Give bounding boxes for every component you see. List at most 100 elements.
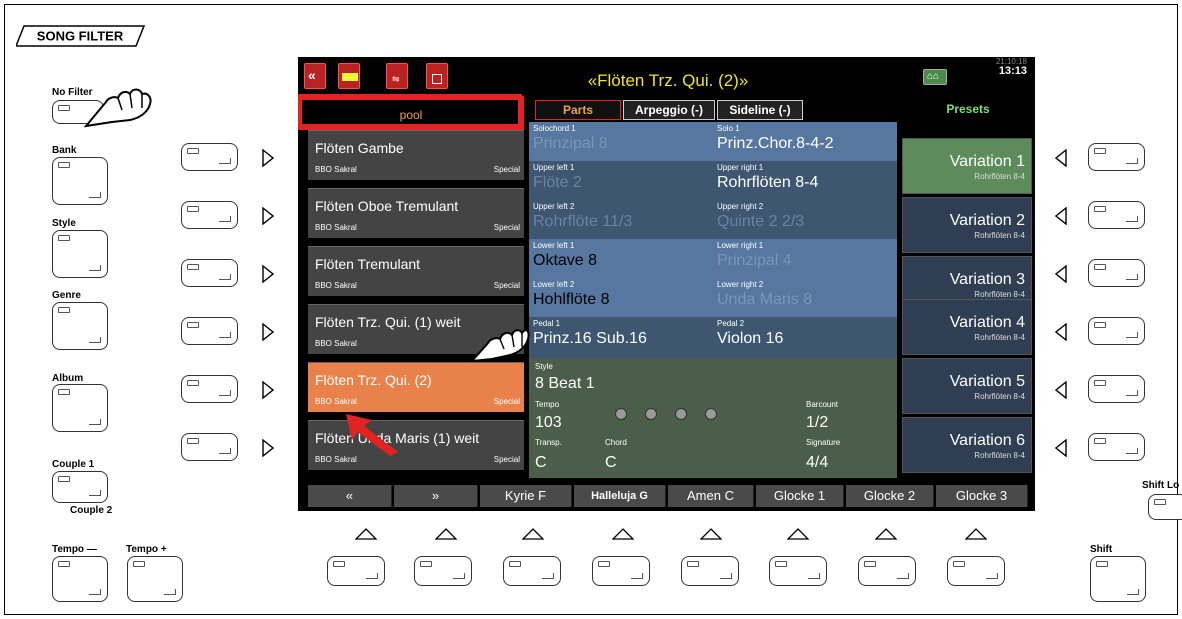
tempo-minus-label: Tempo — [52,544,97,555]
genre-button[interactable] [52,302,108,350]
part-lower-left2[interactable]: Lower left 2 Hohlflöte 8 [529,278,713,317]
right-soft-button-1[interactable] [1088,143,1145,171]
left-soft-button-4[interactable] [181,317,238,345]
list-item-special: Special [493,165,520,174]
right-soft-button-2[interactable] [1088,201,1145,229]
bank-button[interactable] [52,157,108,205]
right-soft-button-4[interactable] [1088,317,1145,345]
variation-6-button[interactable]: Variation 6 Rohrflöten 8-4 [902,417,1032,473]
style-label: Style [535,362,553,371]
bottom-soft-button-8[interactable] [947,556,1005,586]
variation-5-button[interactable]: Variation 5 Rohrflöten 8-4 [902,358,1032,414]
left-soft-button-2[interactable] [181,201,238,229]
bottom-soft-button-1[interactable] [327,556,385,586]
part-lower-left1[interactable]: Lower left 1 Oktave 8 [529,239,713,278]
variation-sub: Rohrflöten 8-4 [974,333,1025,342]
bottom-soft-button-3[interactable] [503,556,561,586]
right-soft-button-3[interactable] [1088,259,1145,287]
shift-button[interactable] [1090,556,1146,602]
variation-name: Variation 1 [949,153,1025,170]
bottom-halleluja-button[interactable]: Halleluja G [574,485,666,507]
bottom-soft-button-4[interactable] [592,556,650,586]
part-lower-right2[interactable]: Lower right 2 Unda Maris 8 [713,278,897,317]
bottom-soft-button-7[interactable] [858,556,916,586]
bottom-soft-button-5[interactable] [681,556,739,586]
variation-2-button[interactable]: Variation 2 Rohrflöten 8-4 [902,197,1032,253]
variation-name: Variation 2 [949,212,1025,229]
bottom-glocke2-button[interactable]: Glocke 2 [846,485,934,507]
barcount-label: Barcount [806,400,839,409]
bottom-amen-button[interactable]: Amen C [668,485,754,507]
arrow-left-icon [1055,323,1067,341]
style-button[interactable] [52,230,108,278]
shift-lock-button[interactable] [1148,494,1182,520]
part-label: Lower right 2 [717,280,764,289]
tab-arpeggio[interactable]: Arpeggio (-) [623,100,715,120]
part-upper-left2[interactable]: Upper left 2 Rohrflöte 11/3 [529,200,713,239]
chord-label: Chord [605,438,627,447]
list-item[interactable]: Flöten Gambe BBO Sakral Special [308,130,524,180]
part-pedal2[interactable]: Pedal 2 Violon 16 [713,317,897,358]
arrow-right-icon [262,265,274,283]
part-solo1[interactable]: Solo 1 Prinz.Chor.8-4-2 [713,122,897,161]
signature-value: 4/4 [806,454,829,471]
variation-1-button[interactable]: Variation 1 Rohrflöten 8-4 [902,138,1032,194]
list-item[interactable]: Flöten Tremulant BBO Sakral Special [308,246,524,296]
shift-icon[interactable]: ⌂⌂ [923,69,947,85]
left-soft-button-1[interactable] [181,143,238,171]
variation-4-button[interactable]: Variation 4 Rohrflöten 8-4 [902,299,1032,355]
barcount-value: 1/2 [806,414,829,431]
list-item[interactable]: Flöten Oboe Tremulant BBO Sakral Special [308,188,524,238]
part-label: Lower left 1 [533,241,575,250]
right-soft-button-5[interactable] [1088,375,1145,403]
usb-icon[interactable]: ⇋ [386,63,408,89]
triangle-up-icon [965,528,987,540]
part-label: Upper right 1 [717,163,764,172]
right-soft-button-6[interactable] [1088,433,1145,461]
bottom-glocke1-button[interactable]: Glocke 1 [756,485,844,507]
bottom-soft-button-2[interactable] [414,556,472,586]
part-solochord1[interactable]: Solochord 1 Prinzipal 8 [529,122,713,161]
part-value: Violon 16 [717,330,784,347]
arrow-left-icon [1055,439,1067,457]
tempo-plus-button[interactable] [127,556,183,602]
bottom-kyrie-button[interactable]: Kyrie F [480,485,572,507]
trash-icon[interactable] [426,63,448,89]
page-down-button[interactable]: » [394,485,478,507]
transpose-value: C [535,454,547,471]
back-icon[interactable]: « [304,63,326,89]
couple-button[interactable] [52,471,108,503]
part-upper-left1[interactable]: Upper left 1 Flöte 2 [529,161,713,200]
list-item[interactable]: Flöten Unda Maris (1) weit BBO Sakral Sp… [308,420,524,470]
tempo-label: Tempo [535,400,560,409]
hand-pointer-icon [84,88,152,128]
list-item-selected[interactable]: Flöten Trz. Qui. (2) BBO Sakral Special [308,362,524,412]
bottom-soft-button-6[interactable] [769,556,827,586]
style-panel[interactable]: Style 8 Beat 1 Tempo 103 Barcount 1/2 Tr… [529,358,897,478]
beat-indicator-dot [615,408,627,420]
page-up-button[interactable]: « [308,485,392,507]
part-value: Rohrflöte 11/3 [533,213,633,230]
left-soft-button-3[interactable] [181,259,238,287]
list-item-special: Special [493,223,520,232]
part-value: Quinte 2 2/3 [717,213,805,230]
arrow-left-icon [1055,265,1067,283]
list-item-name: Flöten Oboe Tremulant [315,198,459,214]
album-button[interactable] [52,384,108,432]
tab-parts[interactable]: Parts [535,100,621,120]
part-upper-right1[interactable]: Upper right 1 Rohrflöten 8-4 [713,161,897,200]
part-lower-right1[interactable]: Lower right 1 Prinzipal 4 [713,239,897,278]
part-pedal1[interactable]: Pedal 1 Prinz.16 Sub.16 [529,317,713,358]
tempo-minus-button[interactable] [52,556,108,602]
part-upper-right2[interactable]: Upper right 2 Quinte 2 2/3 [713,200,897,239]
menu-icon[interactable] [338,63,360,89]
variation-sub: Rohrflöten 8-4 [974,290,1025,299]
left-soft-button-6[interactable] [181,433,238,461]
arrow-right-icon [262,149,274,167]
left-soft-button-5[interactable] [181,375,238,403]
bottom-glocke3-button[interactable]: Glocke 3 [936,485,1028,507]
variation-sub: Rohrflöten 8-4 [974,451,1025,460]
song-filter-title: SONG FILTER [37,29,124,44]
tab-sideline[interactable]: Sideline (-) [717,100,803,120]
parts-grid: Solochord 1 Prinzipal 8 Solo 1 Prinz.Cho… [529,122,897,358]
